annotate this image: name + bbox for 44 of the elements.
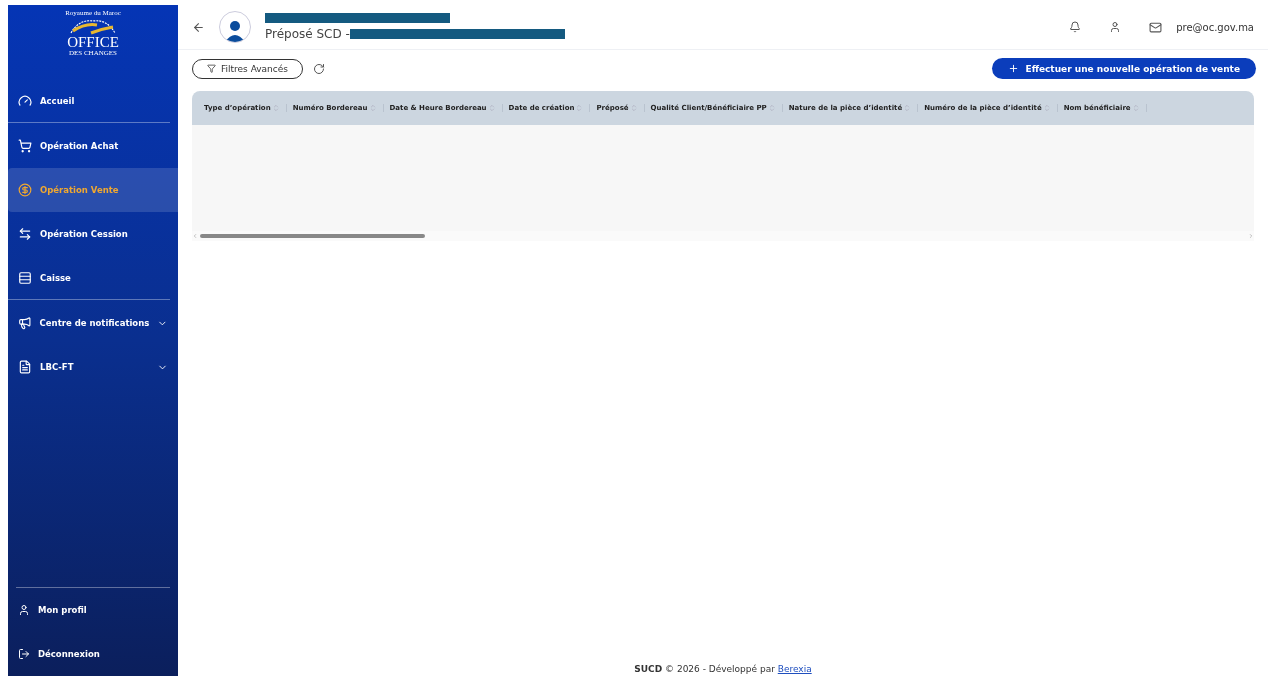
sort-icon [271, 104, 280, 112]
menu-icon [18, 648, 30, 660]
user-icon[interactable] [1109, 21, 1122, 33]
mail-icon [1149, 20, 1163, 34]
sort-icon [487, 104, 496, 112]
sidebar-item[interactable]: Opération Achat [8, 124, 178, 168]
sidebar-item[interactable]: Déconnexion [8, 632, 178, 676]
notification-icon[interactable] [1069, 21, 1082, 33]
menu-icon [18, 183, 32, 197]
user-role: Préposé SCD - [265, 27, 350, 41]
sidebar-item[interactable]: Opération Vente [8, 168, 178, 212]
filter-icon [207, 64, 216, 73]
sidebar-item[interactable]: Opération Cession [8, 212, 178, 256]
scrollbar-thumb[interactable] [200, 234, 425, 238]
sort-icon [629, 104, 638, 112]
sidebar-item[interactable]: LBC-FT [8, 345, 178, 389]
plus-icon [1008, 63, 1020, 74]
menu-icon [18, 227, 32, 241]
logo-title: OFFICE [67, 35, 119, 49]
sidebar-item[interactable]: Caisse [8, 256, 178, 300]
avatar [219, 11, 251, 43]
menu-icon [18, 360, 32, 374]
menu-icon [18, 94, 32, 108]
menu-icon [18, 604, 30, 616]
sort-icon [903, 104, 912, 112]
sort-icon [767, 104, 776, 112]
sort-icon [575, 104, 584, 112]
menu-icon [18, 139, 32, 153]
sort-icon [1131, 104, 1140, 112]
horizontal-scrollbar[interactable] [192, 231, 1254, 241]
menu-icon [18, 316, 32, 330]
sidebar-item[interactable]: Accueil [8, 79, 178, 123]
sidebar-item[interactable]: Centre de notifications [8, 301, 178, 345]
sort-icon [1042, 104, 1051, 112]
refresh-icon[interactable] [313, 62, 325, 75]
sidebar-item[interactable]: Mon profil [8, 588, 178, 632]
user-email: pre@oc.gov.ma [1176, 21, 1254, 33]
new-operation-button[interactable]: Effectuer une nouvelle opération de vente [992, 58, 1256, 79]
copyright-text: SUCD © 2026 - Développé par [634, 664, 775, 674]
company-link[interactable]: Berexia [777, 664, 812, 674]
back-button[interactable] [192, 20, 205, 34]
sort-icon [368, 104, 377, 112]
menu-icon [18, 271, 32, 285]
filter-button[interactable]: Filtres Avancés [192, 58, 303, 79]
